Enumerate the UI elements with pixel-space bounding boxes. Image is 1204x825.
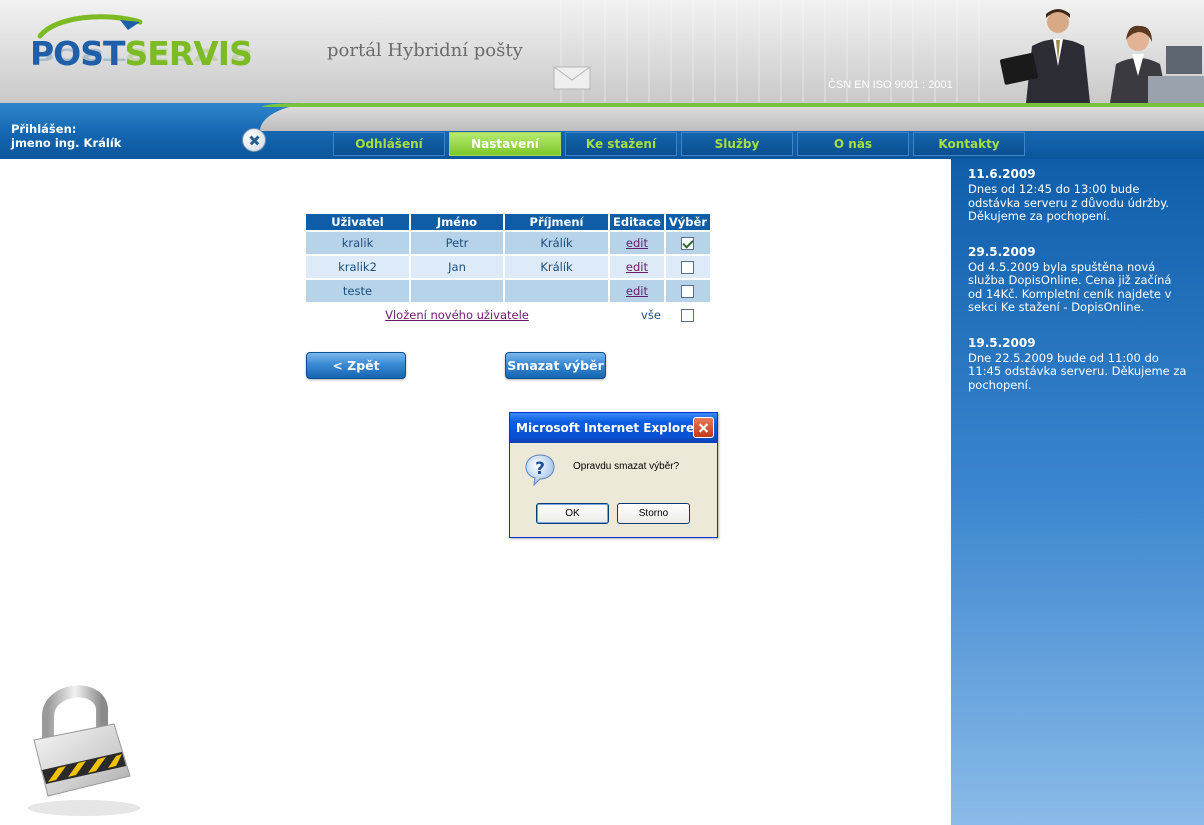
tab-odhlaseni[interactable]: Odhlášení bbox=[333, 132, 445, 156]
news-text: Od 4.5.2009 byla spuštěna nová služba Do… bbox=[968, 259, 1172, 314]
cell-user: teste bbox=[306, 280, 409, 302]
column-header-user: Uživatel bbox=[306, 214, 409, 230]
users-table: Uživatel Jméno Příjmení Editace Výběr kr… bbox=[304, 212, 712, 328]
cell-last-name bbox=[505, 280, 608, 302]
edit-link[interactable]: edit bbox=[626, 236, 648, 250]
padlock-icon bbox=[28, 685, 140, 816]
cell-select bbox=[665, 256, 711, 278]
dialog-title: Microsoft Internet Explorer bbox=[516, 421, 701, 435]
tab-kontakty[interactable]: Kontakty bbox=[913, 132, 1025, 156]
add-user-link[interactable]: Vložení nového uživatele bbox=[385, 308, 529, 322]
cell-user: kralik bbox=[306, 232, 409, 254]
column-header-edit: Editace bbox=[610, 214, 664, 230]
cell-first-name: Jan bbox=[411, 256, 503, 278]
delete-selected-button[interactable]: Smazat výběr bbox=[505, 352, 606, 379]
tab-nastaveni[interactable]: Nastavení bbox=[449, 132, 561, 156]
column-header-first-name: Jméno bbox=[411, 214, 503, 230]
news-date: 29.5.2009 bbox=[968, 244, 1036, 259]
envelope-icon bbox=[553, 66, 591, 90]
question-icon: ? bbox=[525, 454, 555, 487]
ok-button[interactable]: OK bbox=[536, 503, 609, 524]
main-nav: Odhlášení Nastavení Ke stažení Služby O … bbox=[333, 132, 1029, 156]
page: POSTSERVIS POSTSERVIS portál Hybridní po… bbox=[0, 0, 1204, 825]
table-header-row: Uživatel Jméno Příjmení Editace Výběr bbox=[306, 214, 711, 230]
news-item: 29.5.2009 Od 4.5.2009 byla spuštěna nová… bbox=[968, 245, 1188, 315]
nav-grey-band bbox=[260, 103, 1204, 131]
tab-sluzby[interactable]: Služby bbox=[681, 132, 793, 156]
logo-reflection: POSTSERVIS bbox=[30, 44, 252, 65]
cell-user: kralik2 bbox=[306, 256, 409, 278]
table-row: kralik Petr Králík edit bbox=[306, 232, 711, 254]
cell-first-name bbox=[411, 280, 503, 302]
select-checkbox[interactable] bbox=[681, 261, 695, 274]
close-icon[interactable] bbox=[242, 128, 266, 152]
news-text: Dnes od 12:45 do 13:00 bude odstávka ser… bbox=[968, 182, 1170, 223]
iso-certification: ČSN EN ISO 9001 : 2001 bbox=[828, 79, 953, 91]
cell-first-name: Petr bbox=[411, 232, 503, 254]
back-button[interactable]: < Zpět bbox=[306, 352, 406, 379]
cell-select-all bbox=[666, 304, 710, 326]
cell-last-name: Králík bbox=[505, 232, 608, 254]
news-sidebar: 11.6.2009 Dnes od 12:45 do 13:00 bude od… bbox=[951, 159, 1204, 825]
portal-title: portál Hybridní pošty bbox=[327, 40, 523, 61]
login-label: Přihlášen: bbox=[11, 122, 77, 136]
dialog-message: Opravdu smazat výběr? bbox=[573, 461, 680, 472]
dialog-close-button[interactable] bbox=[693, 417, 714, 438]
cancel-button[interactable]: Storno bbox=[617, 503, 690, 524]
news-item: 19.5.2009 Dne 22.5.2009 bude od 11:00 do… bbox=[968, 336, 1188, 393]
table-row: teste edit bbox=[306, 280, 711, 302]
edit-link[interactable]: edit bbox=[626, 260, 648, 274]
login-info: Přihlášen: jmeno ing. Králík bbox=[11, 122, 121, 150]
cell-edit: edit bbox=[610, 256, 664, 278]
header: POSTSERVIS POSTSERVIS portál Hybridní po… bbox=[0, 0, 1204, 103]
column-header-select: Výběr bbox=[665, 214, 711, 230]
cell-select bbox=[665, 232, 711, 254]
news-text: Dne 22.5.2009 bude od 11:00 do 11:45 ods… bbox=[968, 350, 1187, 392]
select-checkbox[interactable] bbox=[681, 237, 695, 250]
dialog-titlebar[interactable]: Microsoft Internet Explorer bbox=[510, 413, 717, 443]
select-checkbox[interactable] bbox=[681, 285, 695, 298]
table-row: kralik2 Jan Králík edit bbox=[306, 256, 711, 278]
add-user-cell: Vložení nového uživatele bbox=[306, 304, 608, 326]
nav-green-line bbox=[262, 103, 1204, 107]
cell-last-name: Králík bbox=[505, 256, 608, 278]
column-header-last-name: Příjmení bbox=[505, 214, 608, 230]
business-people-image bbox=[1000, 9, 1204, 103]
select-all-checkbox[interactable] bbox=[681, 309, 695, 322]
table-footer-row: Vložení nového uživatele vše bbox=[306, 304, 710, 326]
login-username: jmeno ing. Králík bbox=[11, 136, 122, 150]
cell-edit: edit bbox=[610, 280, 664, 302]
news-item: 11.6.2009 Dnes od 12:45 do 13:00 bude od… bbox=[968, 167, 1188, 224]
cell-edit: edit bbox=[610, 232, 664, 254]
news-date: 11.6.2009 bbox=[968, 167, 1036, 181]
tab-ke-stazeni[interactable]: Ke stažení bbox=[565, 132, 677, 156]
tab-o-nas[interactable]: O nás bbox=[797, 132, 909, 156]
edit-link[interactable]: edit bbox=[626, 284, 648, 298]
postservis-logo[interactable]: POSTSERVIS POSTSERVIS bbox=[28, 14, 253, 94]
svg-text:?: ? bbox=[535, 459, 545, 479]
cell-select bbox=[665, 280, 711, 302]
news-date: 19.5.2009 bbox=[968, 335, 1036, 350]
confirm-dialog: Microsoft Internet Explorer ? Opravdu sm… bbox=[509, 412, 718, 538]
select-all-label: vše bbox=[641, 308, 661, 322]
